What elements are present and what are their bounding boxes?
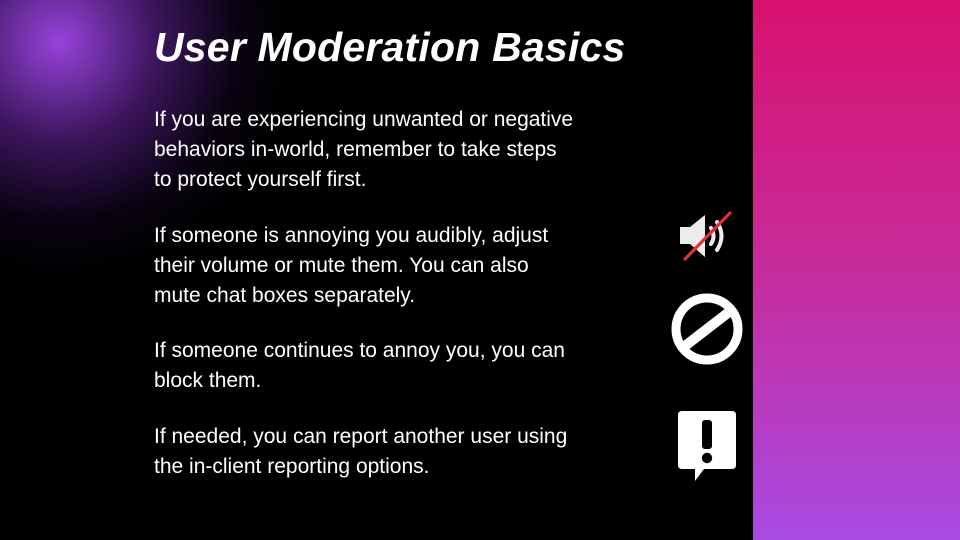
block-icon bbox=[671, 293, 743, 365]
slide: User Moderation Basics If you are experi… bbox=[0, 0, 960, 540]
text-line: If someone continues to annoy you, you c… bbox=[154, 339, 565, 362]
paragraph-protect-yourself: If you are experiencing unwanted or nega… bbox=[154, 105, 654, 195]
text-line: If you are experiencing unwanted or nega… bbox=[154, 108, 574, 131]
text-line: their volume or mute them. You can also bbox=[154, 254, 529, 277]
sidebar-gradient-panel bbox=[753, 0, 960, 540]
text-line: to protect yourself first. bbox=[154, 168, 367, 191]
text-line: mute chat boxes separately. bbox=[154, 284, 416, 307]
text-line: the in-client reporting options. bbox=[154, 455, 430, 478]
text-line: behaviors in-world, remember to take ste… bbox=[154, 138, 557, 161]
text-line: block them. bbox=[154, 369, 262, 392]
text-line: If someone is annoying you audibly, adju… bbox=[154, 224, 549, 247]
text-line: If needed, you can report another user u… bbox=[154, 425, 568, 448]
slide-title: User Moderation Basics bbox=[154, 24, 626, 70]
paragraph-mute: If someone is annoying you audibly, adju… bbox=[154, 221, 654, 311]
report-icon bbox=[678, 411, 736, 481]
paragraph-block: If someone continues to annoy you, you c… bbox=[154, 336, 654, 396]
paragraph-report: If needed, you can report another user u… bbox=[154, 422, 654, 482]
speaker-muted-icon bbox=[680, 211, 732, 261]
